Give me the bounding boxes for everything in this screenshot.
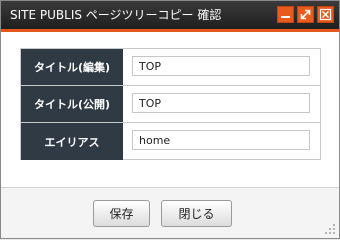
minimize-button[interactable] xyxy=(277,6,294,23)
close-button[interactable] xyxy=(317,6,334,23)
maximize-button[interactable] xyxy=(297,6,314,23)
dialog-content: タイトル(編集) タイトル(公開) エイリアス xyxy=(1,32,339,187)
resize-grip-icon[interactable] xyxy=(324,223,336,235)
label-title-edit: タイトル(編集) xyxy=(21,49,123,85)
close-dialog-button[interactable]: 閉じる xyxy=(161,200,232,227)
title-bar[interactable]: SITE PUBLIS ページツリーコピー 確認 xyxy=(1,1,339,29)
label-title-public: タイトル(公開) xyxy=(21,86,123,122)
row-title-edit: タイトル(編集) xyxy=(21,49,320,86)
title-public-input[interactable] xyxy=(132,93,310,113)
save-button[interactable]: 保存 xyxy=(93,200,150,227)
page-info-table: タイトル(編集) タイトル(公開) エイリアス xyxy=(20,48,321,160)
close-icon xyxy=(319,8,332,21)
maximize-icon xyxy=(300,9,311,20)
label-alias: エイリアス xyxy=(21,123,123,160)
minimize-icon xyxy=(281,16,290,18)
row-title-public: タイトル(公開) xyxy=(21,86,320,123)
title-edit-input[interactable] xyxy=(132,56,310,76)
copy-confirm-dialog: SITE PUBLIS ページツリーコピー 確認 タイトル(編集) TOP タイ… xyxy=(0,0,340,239)
dialog-title: SITE PUBLIS ページツリーコピー 確認 xyxy=(10,8,222,22)
dialog-footer: 保存 閉じる xyxy=(1,187,339,238)
row-alias: エイリアス xyxy=(21,123,320,160)
alias-input[interactable] xyxy=(132,130,310,150)
